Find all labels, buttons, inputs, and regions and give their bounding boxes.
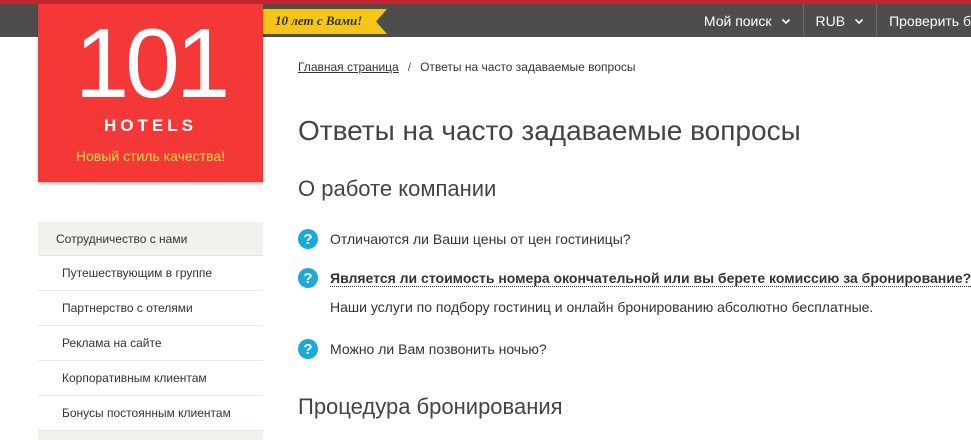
nav-check-booking[interactable]: Проверить б [876, 4, 971, 37]
breadcrumb-current: Ответы на часто задаваемые вопросы [420, 60, 636, 74]
faq-question[interactable]: Можно ли Вам позвонить ночью? [330, 341, 547, 357]
sidebar-next-item [38, 431, 263, 440]
sidebar-heading[interactable]: Сотрудничество с нами [38, 222, 263, 256]
badge-text: 10 лет с Вами! [275, 13, 363, 28]
nav-currency[interactable]: RUB [802, 4, 877, 37]
section-title-booking: Процедура бронирования [298, 394, 563, 419]
sidebar: Сотрудничество с нами Путешествующим в г… [38, 222, 263, 440]
question-icon: ? [298, 229, 318, 249]
faq-answer: Наши услуги по подбору гостиниц и онлайн… [330, 299, 874, 315]
breadcrumb-home-link[interactable]: Главная страница [298, 60, 399, 74]
sidebar-item-advertising[interactable]: Реклама на сайте [38, 326, 263, 361]
logo-name: HOTELS [104, 116, 197, 135]
sidebar-item-hotel-partnership[interactable]: Партнерство с отелями [38, 291, 263, 326]
section-title-company: О работе компании [298, 176, 497, 201]
nav-my-search[interactable]: Мой поиск [692, 4, 803, 37]
logo-slogan: Новый стиль качества! [75, 148, 226, 164]
chevron-down-icon [781, 18, 790, 24]
faq-item[interactable]: ? Отличаются ли Ваши цены от цен гостини… [298, 229, 631, 249]
question-icon: ? [298, 339, 318, 359]
logo-digits: 101 [74, 8, 231, 118]
sidebar-item-corporate[interactable]: Корпоративным клиентам [38, 361, 263, 396]
sidebar-item-loyalty-bonus[interactable]: Бонусы постоянным клиентам [38, 396, 263, 431]
faq-question-expanded[interactable]: Является ли стоимость номера окончательн… [330, 270, 971, 287]
page-title: Ответы на часто задаваемые вопросы [298, 115, 801, 146]
sidebar-item-groups[interactable]: Путешествующим в группе [38, 256, 263, 291]
anniversary-badge: 10 лет с Вами! [263, 9, 387, 34]
question-icon: ? [298, 268, 318, 288]
chevron-down-icon [855, 18, 864, 24]
nav-currency-label: RUB [815, 12, 846, 29]
faq-item-open[interactable]: ? Является ли стоимость номера окончател… [298, 268, 971, 288]
breadcrumb-separator: / [407, 60, 412, 74]
breadcrumb: Главная страница / Ответы на часто задавае… [298, 60, 636, 74]
faq-question[interactable]: Отличаются ли Ваши цены от цен гостиницы… [330, 231, 631, 247]
nav-check-booking-label: Проверить б [889, 12, 971, 29]
top-nav: Мой поиск RUB Проверить б [692, 4, 971, 37]
faq-item[interactable]: ? Можно ли Вам позвонить ночью? [298, 339, 547, 359]
nav-my-search-label: Мой поиск [703, 12, 772, 29]
site-logo[interactable]: 101 HOTELS Новый стиль качества! [38, 4, 263, 182]
